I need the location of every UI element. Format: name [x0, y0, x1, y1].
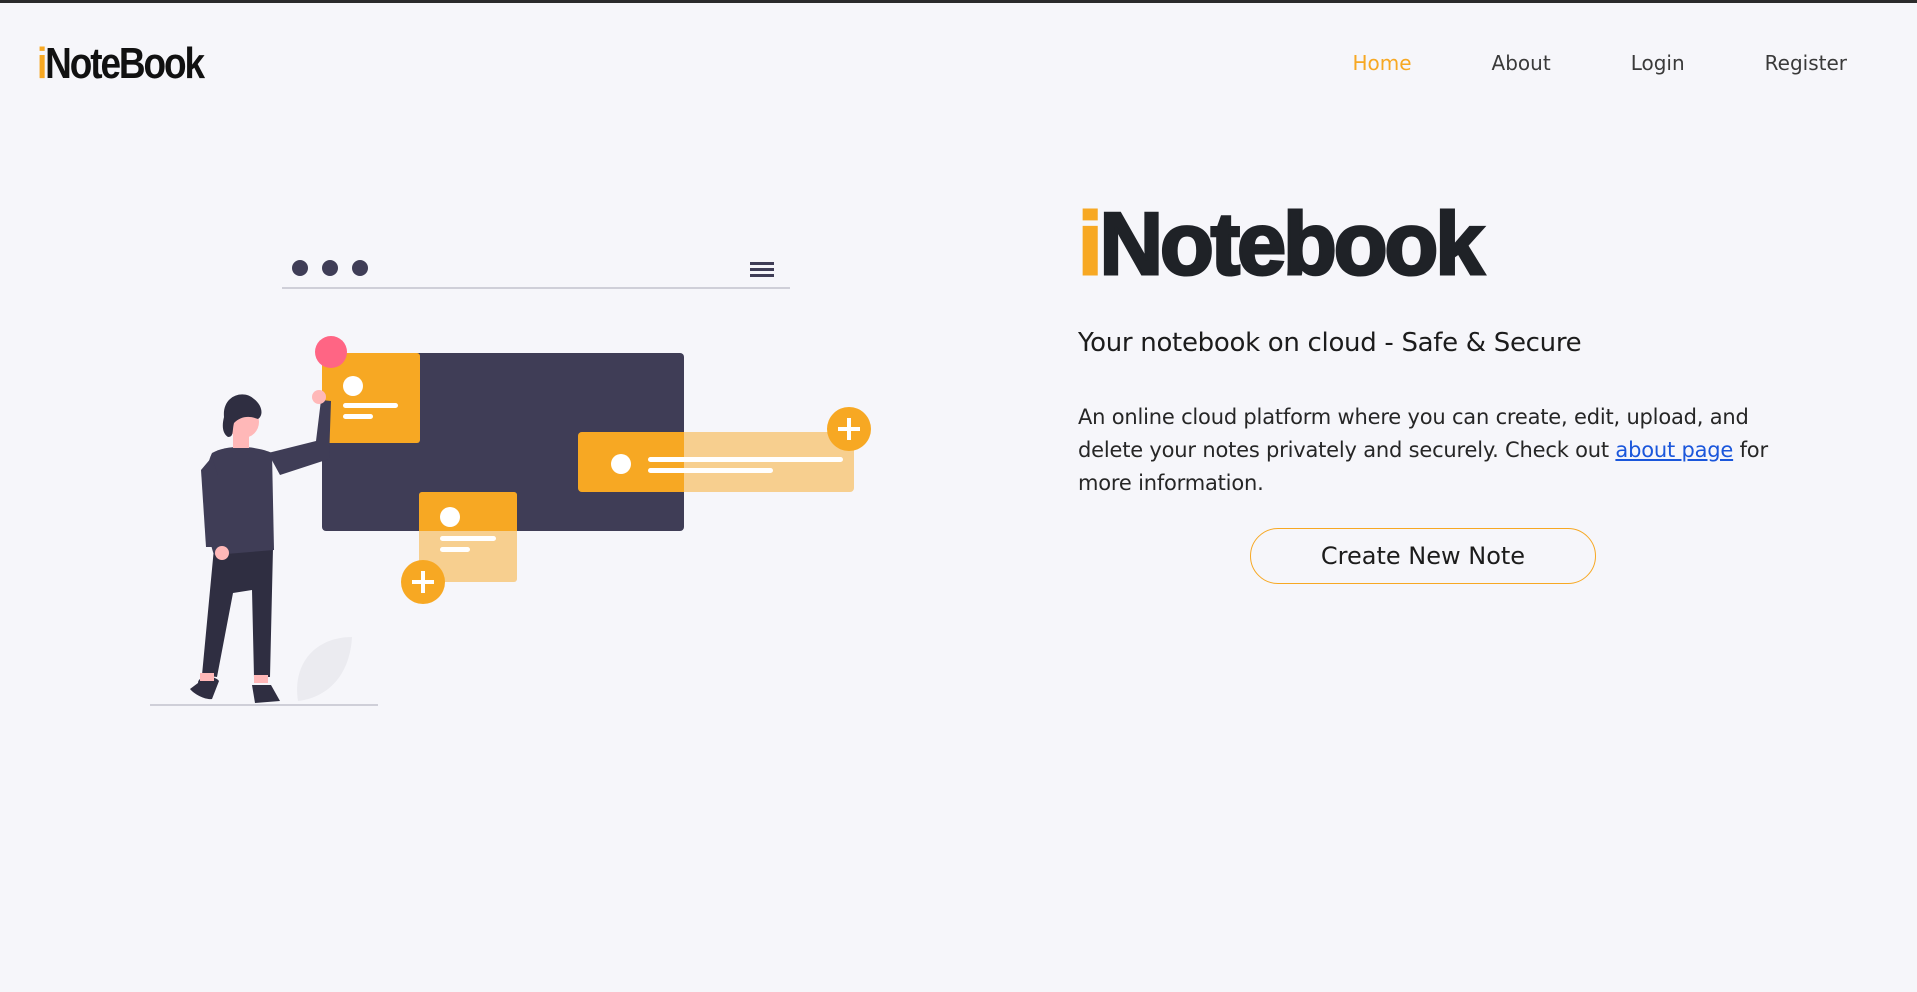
create-new-note-button[interactable]: Create New Note — [1250, 528, 1596, 584]
main-nav: Home About Login Register — [1352, 50, 1847, 76]
brand-accent-letter: i — [37, 39, 47, 88]
nav-link-register[interactable]: Register — [1765, 50, 1847, 76]
about-page-link[interactable]: about page — [1615, 438, 1733, 462]
brand-name: NoteBook — [45, 39, 205, 88]
nav-link-home[interactable]: Home — [1352, 50, 1411, 76]
window-dot — [352, 260, 368, 276]
hero-illustration — [150, 260, 871, 706]
add-icon — [827, 407, 871, 451]
window-dot — [292, 260, 308, 276]
brand-logo[interactable]: iNoteBook — [37, 39, 205, 88]
pin-dot — [315, 336, 347, 368]
plant-leaf — [297, 637, 352, 701]
top-border — [0, 0, 1917, 3]
add-icon — [401, 560, 445, 604]
nav-link-about[interactable]: About — [1492, 50, 1551, 76]
hero-title-accent: i — [1076, 194, 1104, 293]
hamburger-icon — [750, 262, 774, 277]
hero-title: iNotebook — [1076, 198, 1485, 289]
nav-link-login[interactable]: Login — [1631, 50, 1685, 76]
window-dot — [322, 260, 338, 276]
note-card — [578, 432, 854, 492]
browser-bar — [282, 260, 790, 289]
hero-title-text: Notebook — [1098, 194, 1486, 293]
hero-subtitle: Your notebook on cloud - Safe & Secure — [1078, 328, 1582, 358]
hero-description: An online cloud platform where you can c… — [1078, 401, 1778, 500]
